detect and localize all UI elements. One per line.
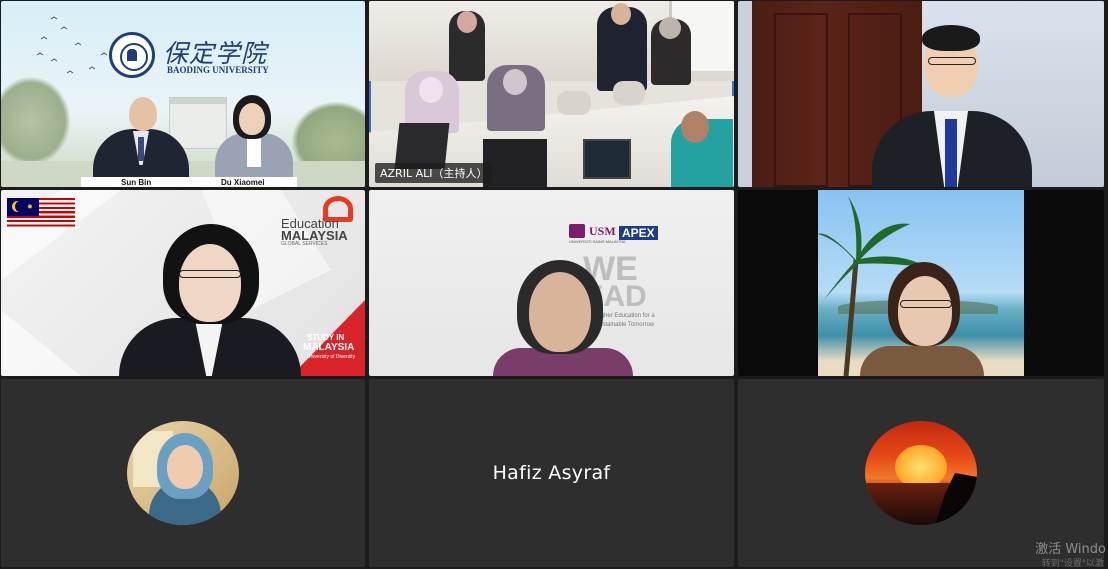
birds-graphic: [36, 16, 108, 74]
participant-woman-scarf: [860, 346, 984, 376]
university-seal-icon: [109, 32, 155, 78]
video-tile-azril-ali[interactable]: AZRIL ALI（主持人）: [369, 1, 734, 187]
study-country-label: MALAYSIA: [303, 342, 355, 353]
usm-logo-icon: [569, 224, 585, 238]
brand-global-services: GLOBAL SERVICES: [281, 241, 328, 247]
video-tile-usm-apex[interactable]: USM UNIVERSITI SAINS MALAYSIA APEX WE LE…: [369, 190, 734, 376]
sunset-avatar-icon: [865, 421, 977, 525]
tree-left: [1, 76, 71, 166]
name-label-du-xiaomei: Du Xiaomei: [221, 178, 265, 187]
name-tag-azril-ali: AZRIL ALI（主持人）: [375, 163, 493, 183]
video-tile-beach-background[interactable]: [738, 190, 1104, 376]
tagline-line-1: Higher Education for a: [595, 313, 655, 319]
video-tile-man-suit[interactable]: [738, 1, 1104, 187]
video-tile-education-malaysia[interactable]: ✸ Education MALAYSIA GLOBAL SERVICES STU…: [1, 190, 365, 376]
study-sub-label: University of Diversity: [307, 354, 356, 360]
video-tile-avatar-hijab[interactable]: [1, 379, 365, 567]
usm-logo-text: USM: [589, 224, 616, 238]
usm-logo-subtext: UNIVERSITI SAINS MALAYSIA: [569, 239, 626, 244]
windows-activation-watermark: 激活 Windo: [1035, 542, 1106, 557]
participant-name-hafiz-asyraf: Hafiz Asyraf: [492, 462, 611, 484]
tie-graphic: [945, 119, 957, 187]
video-tile-hafiz-asyraf[interactable]: Hafiz Asyraf: [369, 379, 734, 567]
laptop-screen: [583, 139, 631, 179]
laptop-graphic-2: [483, 139, 547, 187]
name-label-sun-bin: Sun Bin: [121, 178, 152, 187]
tagline-line-2: Sustainable Tomorrow: [595, 322, 655, 328]
university-name-en: BAODING UNIVERSITY: [167, 65, 269, 75]
video-tile-baoding[interactable]: 保定学院 BAODING UNIVERSITY Sun Bin Du Xiaom…: [1, 1, 365, 187]
participant-sun-bin: [83, 95, 199, 177]
participant-du-xiaomei: [211, 93, 297, 177]
participant-avatar: [127, 421, 239, 525]
malaysia-flag-icon: ✸: [7, 198, 75, 229]
apex-logo-text: APEX: [619, 226, 658, 240]
study-in-label: STUDY IN: [307, 333, 345, 342]
windows-activation-watermark-sub: 转到"设置"以激: [1041, 559, 1104, 569]
